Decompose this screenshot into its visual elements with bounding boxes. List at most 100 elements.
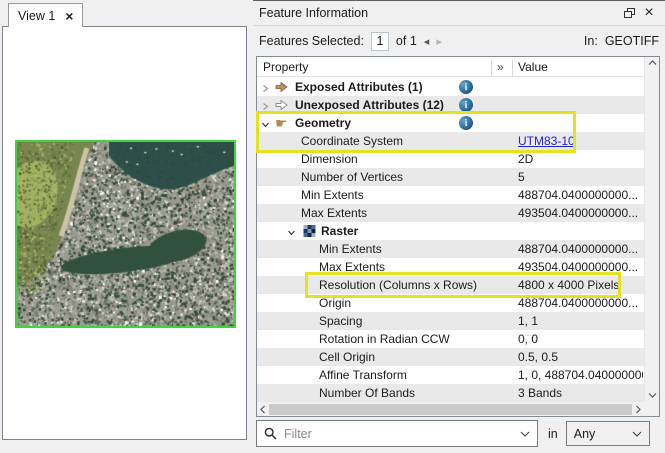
property-name: Min Extents (301, 188, 364, 202)
property-name: Rotation in Radian CCW (319, 332, 450, 346)
float-window-icon[interactable] (619, 3, 639, 23)
current-feature-number[interactable]: 1 (371, 32, 389, 51)
table-row[interactable]: Dimension 2D (257, 150, 644, 168)
property-value: 488704.0400000000... (518, 188, 638, 202)
filter-scope-select[interactable]: Any (566, 421, 650, 446)
info-icon[interactable]: i (458, 115, 475, 132)
tab-label: View 1 (18, 9, 55, 23)
info-icon[interactable]: i (458, 79, 475, 96)
unexposed-attributes-icon (275, 98, 289, 112)
column-divider[interactable] (512, 60, 513, 76)
column-header-value[interactable]: Value (518, 60, 548, 74)
property-name: Origin (319, 296, 351, 310)
table-body: Exposed Attributes (1)iUnexposed Attribu… (257, 78, 644, 401)
property-value: 5 (518, 170, 525, 184)
property-name: Geometry (295, 116, 351, 130)
chevron-down-icon[interactable] (287, 226, 297, 240)
property-name: Exposed Attributes (1) (295, 80, 423, 94)
filter-in-label: in (548, 427, 558, 441)
property-value: 2D (518, 152, 533, 166)
column-divider[interactable] (491, 60, 492, 76)
feature-count-label: of 1 (396, 34, 417, 48)
filter-scope-value: Any (574, 427, 596, 441)
next-feature-button[interactable]: ▸ (436, 35, 442, 48)
table-row[interactable]: Spacing1, 1 (257, 312, 644, 330)
table-row[interactable]: Min Extents488704.0400000000... (257, 240, 644, 258)
scrollbar-thumb[interactable] (269, 404, 632, 415)
panel-title-bar: Feature Information × (253, 1, 665, 26)
property-name: Affine Transform (319, 368, 407, 382)
filter-combo[interactable] (256, 420, 538, 447)
features-selected-bar: Features Selected: 1 of 1 ◂ ▸ In: GEOTIF… (253, 26, 665, 56)
aerial-raster-image[interactable] (15, 140, 236, 328)
table-row[interactable]: Min Extents 488704.0400000000... (257, 186, 644, 204)
table-row[interactable]: Exposed Attributes (1) i (257, 78, 644, 96)
chevron-down-icon[interactable] (520, 431, 530, 437)
app-window: View 1 × Feature Information × Features … (0, 0, 665, 453)
chevron-right-icon[interactable] (261, 100, 271, 114)
table-row[interactable]: Unexposed Attributes (12) i (257, 96, 644, 114)
property-name: Unexposed Attributes (12) (295, 98, 444, 112)
tab-close-icon[interactable]: × (65, 9, 73, 23)
chevron-down-icon[interactable] (261, 118, 271, 132)
table-row[interactable]: Number of Vertices 5 (257, 168, 644, 186)
property-value-link[interactable]: UTM83-10 (518, 134, 575, 148)
property-name: Spacing (319, 314, 362, 328)
tab-view-1[interactable]: View 1 × (8, 3, 83, 27)
scroll-left-icon (260, 405, 266, 414)
table-row[interactable]: Max Extents493504.0400000000... (257, 204, 644, 222)
feature-information-panel: Feature Information × Features Selected:… (253, 0, 665, 453)
filter-input[interactable] (284, 427, 513, 441)
table-row[interactable]: Coordinate System UTM83-10 (257, 132, 644, 150)
geometry-hand-icon: ☛ (275, 116, 289, 130)
chevron-down-icon (632, 431, 642, 437)
filter-bar: in Any (256, 420, 660, 447)
horizontal-scrollbar[interactable] (257, 401, 644, 416)
scrollbar-corner (644, 401, 659, 416)
property-table: Property » Value Exposed Attributes (1) i… (256, 56, 660, 417)
expand-columns-icon[interactable]: » (497, 60, 504, 74)
panel-title: Feature Information (259, 6, 368, 20)
property-value: 1, 0, 488704.04000000004 (518, 368, 643, 382)
search-icon (264, 427, 277, 440)
property-name: Dimension (301, 152, 358, 166)
scroll-down-icon (648, 392, 657, 398)
property-value: 4800 x 4000 Pixels (518, 278, 619, 292)
property-name: Resolution (Columns x Rows) (319, 278, 477, 292)
format-name: GEOTIFF (605, 34, 659, 48)
property-name: Cell Origin (319, 350, 375, 364)
table-row[interactable]: Origin 488704.0400000000... (257, 294, 644, 312)
table-row[interactable]: ☛ Geometry i (257, 114, 644, 132)
property-value: 0.5, 0.5 (518, 350, 558, 364)
table-header: Property » Value (257, 57, 644, 77)
property-name: Number of Vertices (301, 170, 403, 184)
info-icon[interactable]: i (458, 97, 475, 114)
close-panel-icon[interactable]: × (639, 3, 659, 23)
features-selected-label: Features Selected: (259, 34, 364, 48)
chevron-right-icon[interactable] (261, 82, 271, 96)
property-value: 488704.0400000000... (518, 296, 638, 310)
table-row[interactable]: Affine Transform 1, 0, 488704.04000000004 (257, 366, 644, 384)
property-name: Max Extents (319, 260, 385, 274)
property-name: Raster (321, 224, 358, 238)
property-name: Max Extents (301, 206, 367, 220)
table-row[interactable]: Rotation in Radian CCW 0, 0 (257, 330, 644, 348)
exposed-attributes-icon (275, 80, 289, 94)
in-label: In: (584, 34, 598, 48)
column-header-property[interactable]: Property (263, 60, 308, 74)
table-row[interactable]: Number Of Bands 3 Bands (257, 384, 644, 401)
previous-feature-button[interactable]: ◂ (424, 35, 430, 48)
property-name: Number Of Bands (319, 386, 415, 400)
scroll-up-icon (648, 60, 657, 66)
table-row[interactable]: Resolution (Columns x Rows) 4800 x 4000 P… (257, 276, 644, 294)
property-value: 0, 0 (518, 332, 538, 346)
property-name: Min Extents (319, 242, 382, 256)
table-row[interactable]: Raster (257, 222, 644, 240)
table-row[interactable]: Max Extents493504.0400000000... (257, 258, 644, 276)
property-value: 3 Bands (518, 386, 562, 400)
vertical-scrollbar[interactable] (644, 57, 659, 401)
map-viewport[interactable] (2, 26, 247, 440)
table-row[interactable]: Cell Origin 0.5, 0.5 (257, 348, 644, 366)
property-name: Coordinate System (301, 134, 403, 148)
scroll-right-icon (635, 405, 641, 414)
